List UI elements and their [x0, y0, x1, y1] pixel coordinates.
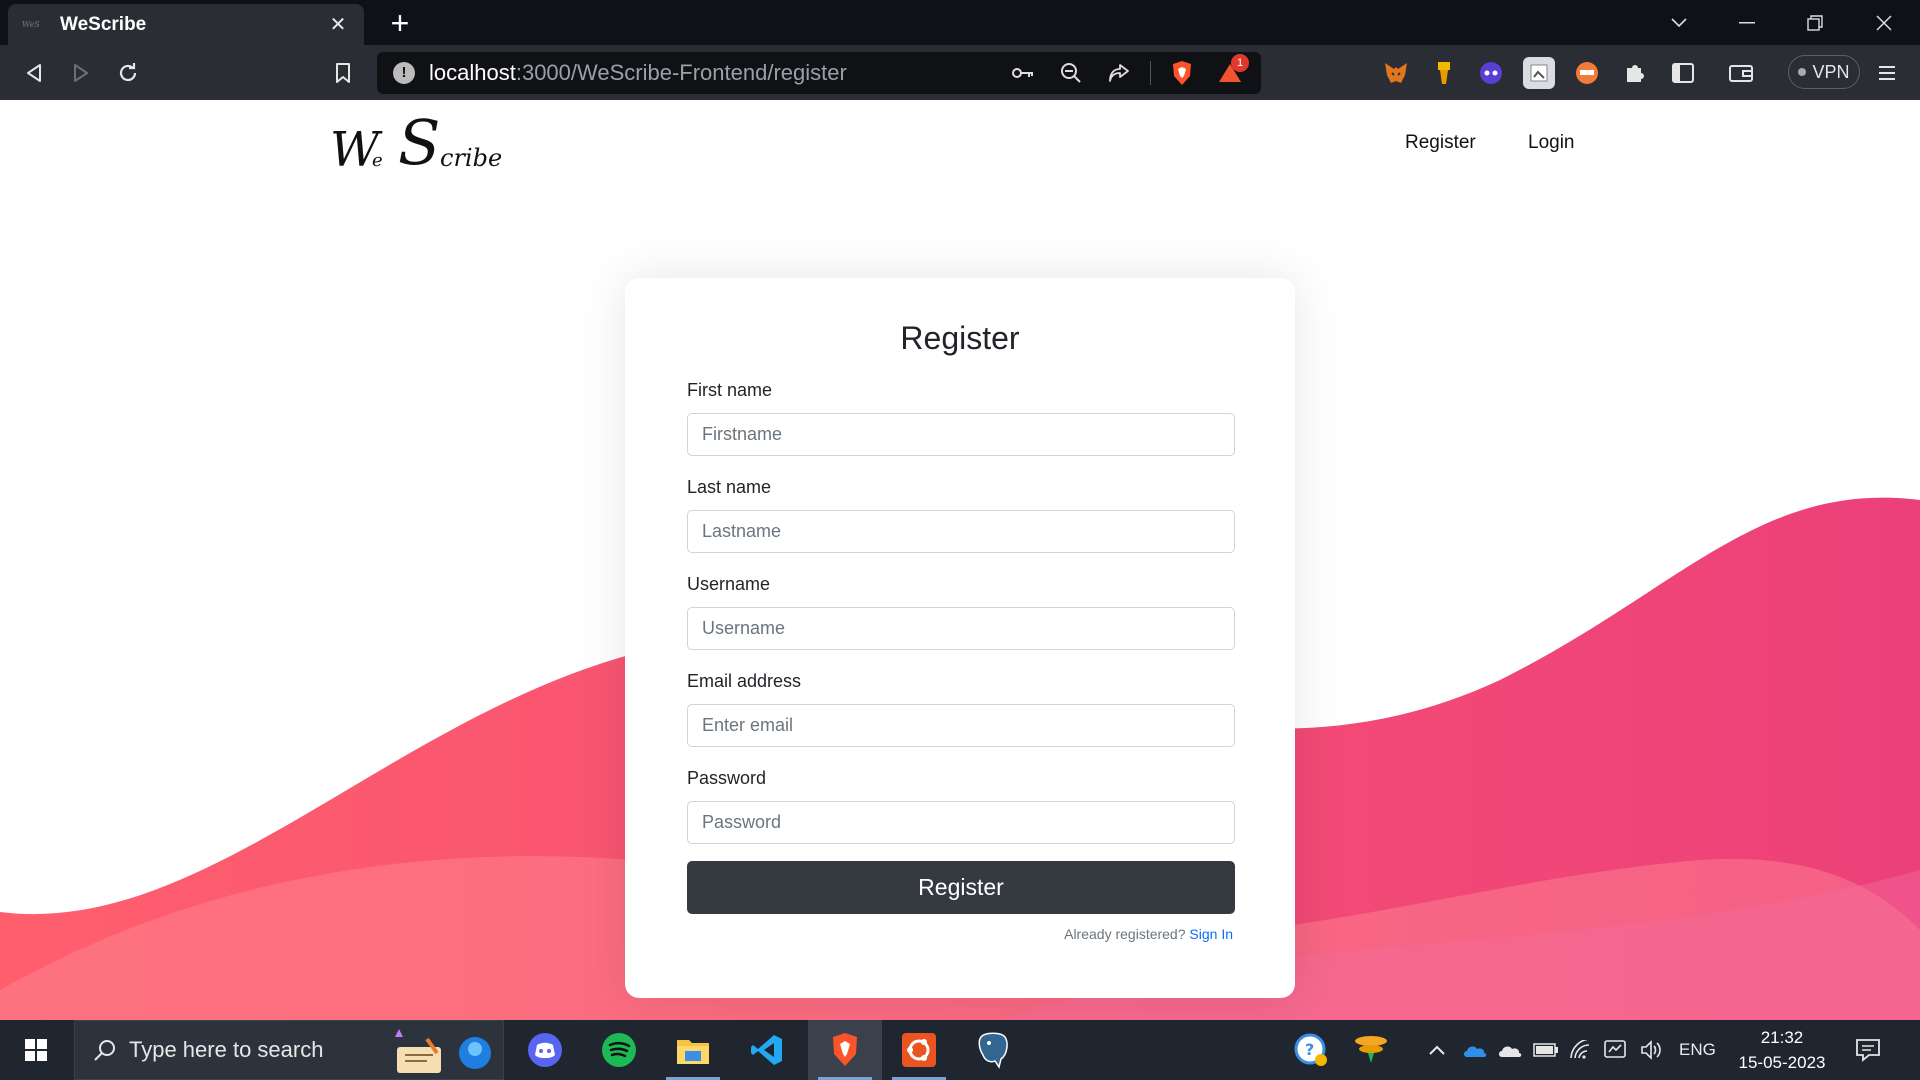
sidebar-icon[interactable]	[1667, 57, 1699, 89]
email-label: Email address	[687, 671, 802, 691]
svg-text:?: ?	[1305, 1040, 1314, 1059]
discord-app-icon[interactable]	[508, 1020, 582, 1080]
password-label: Password	[687, 768, 767, 788]
search-icon	[94, 1040, 115, 1061]
minimize-button[interactable]	[1713, 0, 1781, 45]
windows-start-icon[interactable]	[0, 1020, 72, 1080]
sign-in-link[interactable]: Sign In	[1189, 926, 1233, 942]
file-explorer-app-icon[interactable]	[656, 1020, 730, 1080]
extensions-puzzle-icon[interactable]	[1619, 57, 1651, 89]
lastname-input[interactable]	[687, 510, 1235, 553]
onedrive-icon[interactable]	[1462, 1020, 1488, 1080]
notification-badge: 1	[1231, 54, 1249, 72]
site-info-icon[interactable]: !	[393, 62, 415, 84]
divider	[1150, 61, 1151, 85]
network-icon[interactable]	[1603, 1020, 1627, 1080]
email-input[interactable]	[687, 704, 1235, 747]
brave-shields-icon[interactable]	[1165, 56, 1199, 90]
search-highlight-illustration-icon	[395, 1029, 491, 1073]
ublock-extension-icon[interactable]	[1571, 57, 1603, 89]
image-extension-icon[interactable]	[1523, 57, 1555, 89]
browser-toolbar: ! localhost:3000/WeScribe-Frontend/regis…	[0, 45, 1920, 100]
taskbar-search-box[interactable]: Type here to search	[74, 1020, 504, 1080]
reload-icon[interactable]	[110, 55, 146, 91]
clock-date: 15-05-2023	[1738, 1053, 1826, 1072]
already-registered-text: Already registered?	[1064, 926, 1186, 942]
nav-register-link[interactable]: Register	[1405, 132, 1476, 154]
onedrive-personal-icon[interactable]	[1497, 1020, 1523, 1080]
wallet-icon[interactable]	[1725, 57, 1757, 89]
key-icon[interactable]	[1006, 56, 1040, 90]
form-title: Register	[900, 320, 1020, 356]
metamask-extension-icon[interactable]	[1380, 57, 1412, 89]
url-text[interactable]: localhost:3000/WeScribe-Frontend/registe…	[429, 60, 1006, 86]
help-icon[interactable]: ?	[1294, 1020, 1328, 1080]
notifications-icon[interactable]	[1855, 1020, 1881, 1080]
wescribe-logo[interactable]: W e S cribe	[330, 110, 510, 180]
forward-icon[interactable]	[63, 55, 99, 91]
volume-icon[interactable]	[1640, 1020, 1664, 1080]
share-icon[interactable]	[1102, 56, 1136, 90]
postgresql-app-icon[interactable]	[956, 1020, 1030, 1080]
tab-close-icon[interactable]: ✕	[326, 12, 350, 37]
highlighter-extension-icon[interactable]	[1428, 57, 1460, 89]
show-hidden-icons-chevron-icon[interactable]	[1428, 1020, 1446, 1080]
back-icon[interactable]	[16, 55, 52, 91]
browser-tab[interactable]: WeS WeScribe ✕	[8, 4, 364, 45]
svg-text:S: S	[398, 110, 440, 179]
menu-icon[interactable]	[1871, 57, 1903, 89]
battery-icon[interactable]	[1533, 1020, 1559, 1080]
vpn-status-icon	[1798, 68, 1807, 76]
ai-extension-icon[interactable]	[1475, 57, 1507, 89]
username-label: Username	[687, 574, 771, 594]
zoom-out-icon[interactable]	[1054, 56, 1088, 90]
signin-note: Already registered? Sign In	[1064, 926, 1233, 942]
password-input[interactable]	[687, 801, 1235, 844]
username-input[interactable]	[687, 607, 1235, 650]
vpn-button[interactable]: VPN	[1788, 55, 1860, 89]
bookmark-icon[interactable]	[325, 55, 361, 91]
nav-login-link[interactable]: Login	[1528, 132, 1575, 154]
ubuntu-app-icon[interactable]	[882, 1020, 956, 1080]
taskbar: Type here to search ? ENG 21:32 15-05-20…	[0, 1020, 1920, 1080]
language-indicator[interactable]: ENG	[1679, 1020, 1716, 1080]
register-submit-button[interactable]: Register	[687, 861, 1235, 914]
tab-title: WeScribe	[60, 13, 147, 35]
firstname-input[interactable]	[687, 413, 1235, 456]
browser-tab-strip: WeS WeScribe ✕ +	[0, 0, 1920, 45]
brave-browser-app-icon[interactable]	[808, 1020, 882, 1080]
lastname-label: Last name	[687, 477, 772, 497]
vpn-label: VPN	[1812, 61, 1850, 82]
address-bar[interactable]: ! localhost:3000/WeScribe-Frontend/regis…	[377, 52, 1261, 94]
clock-time: 21:32	[1760, 1028, 1804, 1047]
vscode-app-icon[interactable]	[730, 1020, 804, 1080]
site-favicon-icon: WeS	[22, 19, 40, 29]
brave-rewards-icon[interactable]: 1	[1213, 54, 1249, 90]
tray-app-icon[interactable]	[1352, 1020, 1390, 1080]
new-tab-button[interactable]: +	[382, 6, 418, 42]
clock[interactable]: 21:32 15-05-2023	[1730, 1025, 1834, 1075]
search-placeholder: Type here to search	[129, 1037, 324, 1062]
svg-text:cribe: cribe	[440, 144, 502, 172]
firstname-label: First name	[687, 380, 773, 400]
close-window-button[interactable]	[1850, 0, 1918, 45]
svg-text:e: e	[372, 150, 383, 171]
tab-search-chevron-icon[interactable]	[1645, 0, 1713, 45]
page-viewport: W e S cribe Register Login Register Firs…	[0, 100, 1920, 1020]
register-card: Register First name Last name Username E…	[625, 278, 1295, 998]
spotify-app-icon[interactable]	[582, 1020, 656, 1080]
wifi-icon[interactable]	[1569, 1020, 1593, 1080]
restore-button[interactable]	[1781, 0, 1849, 45]
